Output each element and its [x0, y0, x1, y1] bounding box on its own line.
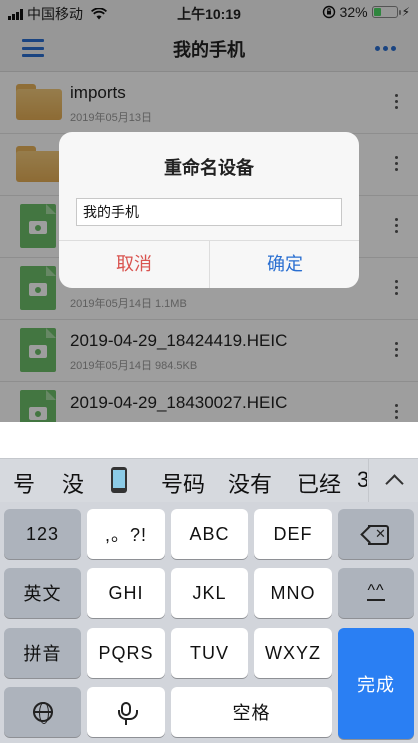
emoticon-icon: ^^ — [367, 582, 385, 601]
key-ghi[interactable]: GHI — [87, 568, 165, 618]
backspace-icon: ✕ — [363, 525, 389, 545]
key-pinyin[interactable]: 拼音 — [4, 628, 81, 678]
globe-icon — [32, 702, 53, 724]
candidate-bar: 号 没 号码 没有 已经 3 — [0, 458, 418, 503]
candidate-item[interactable]: 没有 — [228, 467, 272, 499]
candidate-item[interactable]: 号码 — [161, 467, 205, 499]
key-def[interactable]: DEF — [254, 509, 332, 559]
key-punctuation[interactable]: ,。?! — [87, 509, 165, 559]
key-wxyz[interactable]: WXYZ — [254, 628, 332, 678]
microphone-icon — [118, 702, 138, 725]
microphone-key[interactable] — [87, 687, 165, 737]
key-abc[interactable]: ABC — [171, 509, 248, 559]
backspace-key[interactable]: ✕ — [338, 509, 414, 559]
input-strip — [0, 422, 418, 458]
candidate-item[interactable]: 没 — [62, 467, 84, 499]
key-mno[interactable]: MNO — [254, 568, 332, 618]
space-key[interactable]: 空格 — [171, 687, 332, 737]
key-pqrs[interactable]: PQRS — [87, 628, 165, 678]
key-tuv[interactable]: TUV — [171, 628, 248, 678]
emoticon-key[interactable]: ^^ — [338, 568, 414, 618]
candidate-item[interactable]: 号 — [13, 467, 35, 499]
confirm-button[interactable]: 确定 — [210, 241, 359, 288]
device-name-input[interactable] — [76, 198, 342, 226]
globe-key[interactable] — [4, 687, 81, 737]
phone-emoji-candidate[interactable] — [111, 467, 127, 493]
key-english[interactable]: 英文 — [4, 568, 81, 618]
rename-dialog: 重命名设备 取消 确定 — [59, 132, 359, 288]
done-key[interactable]: 完成 — [338, 628, 414, 739]
dialog-title: 重命名设备 — [164, 158, 254, 178]
cancel-button[interactable]: 取消 — [59, 241, 209, 288]
candidate-item[interactable]: 已经 — [297, 467, 341, 499]
candidate-item[interactable]: 3 — [357, 467, 367, 493]
keyboard: 123 ,。?! ABC DEF ✕ 英文 GHI JKL MNO ^^ 拼音 … — [0, 502, 418, 743]
chevron-up-icon[interactable] — [368, 459, 418, 503]
key-jkl[interactable]: JKL — [171, 568, 248, 618]
key-123[interactable]: 123 — [4, 509, 81, 559]
